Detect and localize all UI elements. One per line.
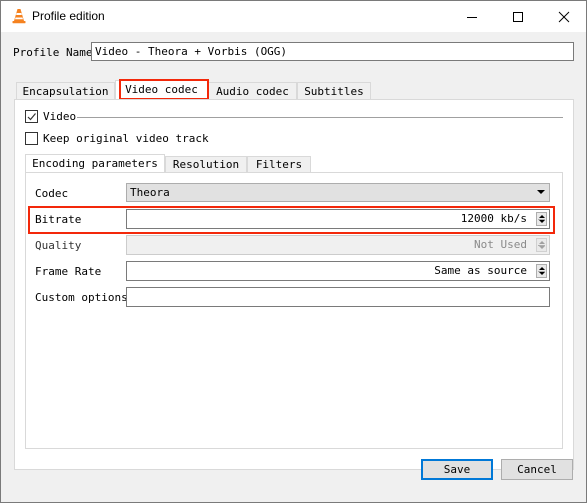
minimize-icon — [467, 16, 477, 18]
vlc-cone-icon — [12, 9, 26, 24]
custom-options-input[interactable] — [126, 287, 550, 307]
chevron-down-icon — [537, 190, 545, 194]
video-enable-checkbox[interactable] — [25, 110, 38, 123]
minimize-button[interactable] — [449, 1, 495, 32]
quality-value: Not Used — [474, 238, 527, 251]
frame-rate-label: Frame Rate — [35, 265, 102, 278]
custom-options-label: Custom options — [35, 291, 128, 304]
close-icon — [558, 11, 570, 22]
tab-video-codec[interactable]: Video codec — [115, 80, 208, 100]
maximize-button[interactable] — [495, 1, 541, 32]
spin-up-icon — [539, 241, 545, 244]
title-bar: Profile edition — [1, 1, 586, 32]
subtab-filters[interactable]: Filters — [247, 156, 311, 173]
close-button[interactable] — [541, 1, 587, 32]
codec-label: Codec — [35, 187, 69, 200]
frame-rate-spin-buttons[interactable] — [536, 264, 547, 278]
bitrate-label: Bitrate — [35, 213, 82, 226]
maximize-icon — [513, 11, 523, 22]
keep-original-checkbox[interactable] — [25, 132, 38, 145]
spin-down-icon — [539, 246, 545, 249]
window-title: Profile edition — [32, 9, 105, 23]
save-button[interactable]: Save — [421, 459, 493, 480]
frame-rate-value: Same as source — [434, 264, 527, 277]
profile-name-input[interactable]: Video - Theora + Vorbis (OGG) — [91, 42, 574, 61]
spin-down-icon — [539, 272, 545, 275]
spin-up-icon — [539, 215, 545, 218]
profile-name-label: Profile Name — [13, 46, 93, 59]
bitrate-value: 12000 kb/s — [460, 212, 527, 225]
keep-original-label: Keep original video track — [43, 132, 209, 145]
quality-spinbox: Not Used — [126, 235, 550, 255]
quality-spin-buttons — [536, 238, 547, 252]
codec-value: Theora — [130, 186, 170, 199]
profile-edition-window: Profile edition Profile Name Video - The… — [0, 0, 587, 503]
spin-up-icon — [539, 267, 545, 270]
video-group-line — [77, 117, 563, 118]
codec-dropdown[interactable]: Theora — [126, 183, 550, 202]
frame-rate-spinbox[interactable]: Same as source — [126, 261, 550, 281]
subtab-encoding-parameters[interactable]: Encoding parameters — [25, 154, 165, 173]
checkmark-icon — [27, 113, 36, 121]
bitrate-spin-buttons[interactable] — [536, 212, 547, 226]
video-enable-label: Video — [43, 110, 77, 123]
quality-label: Quality — [35, 239, 82, 252]
spin-down-icon — [539, 220, 545, 223]
subtab-resolution[interactable]: Resolution — [165, 156, 247, 173]
cancel-button[interactable]: Cancel — [501, 459, 573, 480]
bitrate-spinbox[interactable]: 12000 kb/s — [126, 209, 550, 229]
